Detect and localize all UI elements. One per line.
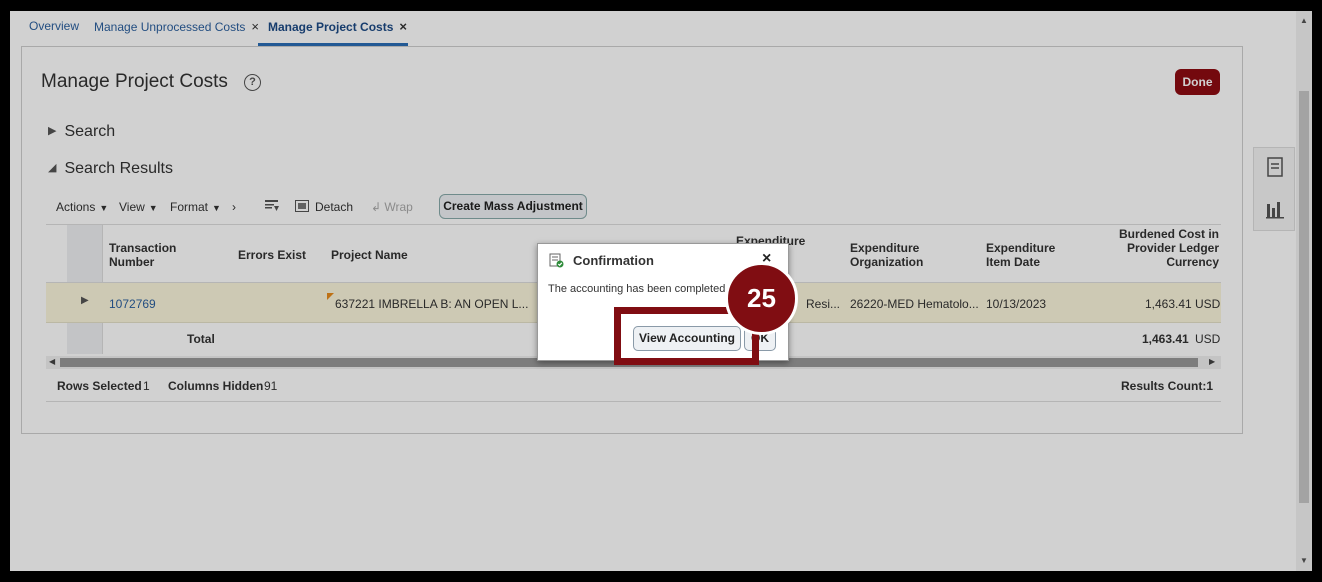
step-number-badge: 25 xyxy=(725,262,798,335)
screen: Overview Manage Unprocessed Costs × Manag… xyxy=(10,11,1312,571)
dialog-message: The accounting has been completed. xyxy=(548,283,729,295)
confirmation-check-icon xyxy=(549,253,564,268)
dialog-title: Confirmation xyxy=(573,253,654,268)
